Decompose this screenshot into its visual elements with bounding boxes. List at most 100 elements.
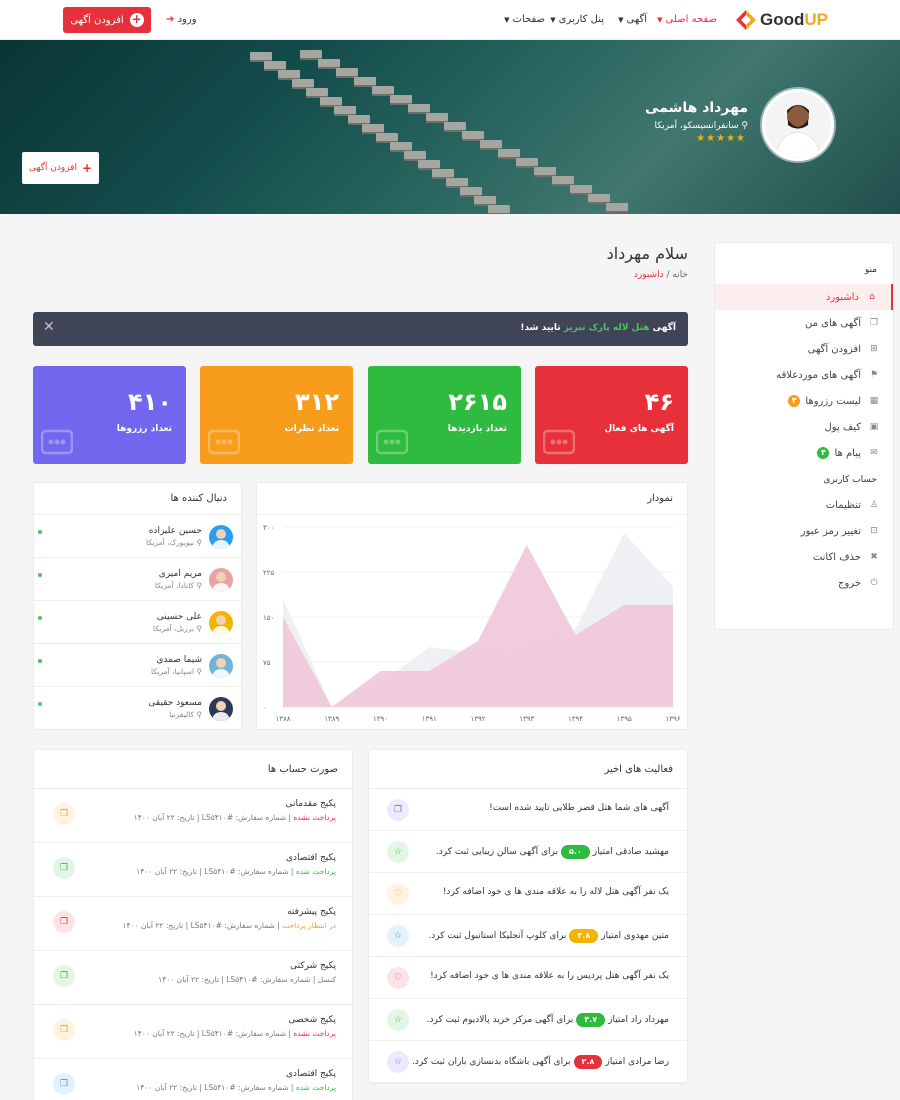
invoice-row[interactable]: پکیج شخصی پرداخت نشده | شماره سفارش: #LS۵… — [34, 1005, 352, 1059]
invoice-name: پکیج مقدماتی — [285, 799, 336, 809]
sidebar-item-label: کیف پول — [824, 421, 861, 433]
activity-text-before: یک نفر آگهی هتل لاله را به علاقه مندی ها… — [442, 887, 669, 897]
status-dot — [38, 573, 42, 577]
list-item[interactable]: حسین علیزاده ⚲ نیویورک، آمریکا — [34, 515, 241, 558]
sidebar-item-0[interactable]: ⌂ داشبورد — [715, 284, 893, 310]
invoice-row[interactable]: پکیج اقتصادی پرداخت شده | شماره سفارش: #L… — [34, 843, 352, 897]
list-item[interactable]: شیما صمدی ⚲ اسپانیا، آمریکا — [34, 644, 241, 687]
add-listing-button[interactable]: + افزودن آگهی — [63, 7, 151, 33]
sidebar-item-1[interactable]: ❐ آگهی های من — [715, 310, 893, 336]
invoice-meta: پرداخت نشده | شماره سفارش: #LS۵۴۱۰ | تار… — [133, 813, 336, 822]
activity-text: متین مهدوی امتیاز۳.۸برای کلوپ آنجلیکا اس… — [428, 929, 669, 943]
follower-location-text: برزیل، آمریکا — [152, 624, 195, 633]
sidebar-account-item-1[interactable]: ⊡ تغییر رمز عبور — [715, 518, 893, 544]
follower-location: ⚲ اسپانیا، آمریکا — [151, 667, 202, 676]
list-item[interactable]: علی حسینی ⚲ برزیل، آمریکا — [34, 601, 241, 644]
followers-title: دنبال کننده ها — [170, 493, 227, 504]
sidebar-item-2[interactable]: ⊞ افزودن آگهی — [715, 336, 893, 362]
user-location-text: سانفرانسیسکو، آمریکا — [654, 121, 739, 131]
status-badge: در انتظار پرداخت — [282, 921, 336, 930]
sidebar-account-item-0[interactable]: ♙ تنظیمات — [715, 492, 893, 518]
nav-pages-label: صفحات — [512, 14, 545, 25]
heart-icon: ♡ — [387, 883, 409, 905]
plus-icon: + — [129, 12, 144, 27]
list-item[interactable]: مریم امیری ⚲ کانادا، آمریکا — [34, 558, 241, 601]
sidebar-item-label: تنظیمات — [825, 499, 861, 511]
wallet-icon: ▣ — [869, 422, 879, 432]
invoice-meta: در انتظار پرداخت | شماره سفارش: #LS۵۴۱۰ … — [122, 921, 336, 930]
sidebar: منو ⌂ داشبورد ❐ آگهی های من ⊞ افزودن آگهی ⚑ آگه… — [714, 242, 894, 630]
follower-location-text: نیویورک، آمریکا — [146, 538, 195, 547]
heart-icon: ♡ — [387, 967, 409, 989]
sidebar-item-6[interactable]: ✉ پیام ها ۴ — [715, 440, 893, 466]
activity-text-before: آگهی های شما هتل قصر طلایی تایید شده است… — [489, 803, 669, 813]
invoice-order: شماره سفارش: #LS۵۴۱۰ — [226, 975, 311, 984]
list-item[interactable]: مسعود حقیقی ⚲ کالیفرنیا — [34, 687, 241, 729]
invoice-row[interactable]: پکیج شرکتی کنسل | شماره سفارش: #LS۵۴۱۰ | … — [34, 951, 352, 1005]
nav-user-panel[interactable]: پنل کاربری▼ — [550, 14, 604, 25]
x-tick-label: ۱۳۸۹ — [324, 715, 339, 723]
calendar-icon: ▦ — [869, 396, 879, 406]
x-tick-label: ۱۳۹۶ — [665, 715, 680, 723]
stat-value: ۴۶ — [644, 388, 674, 416]
followers-card: دنبال کننده ها حسین علیزاده ⚲ نیویورک، آم… — [33, 482, 242, 730]
activity-text-before: متین مهدوی امتیاز — [601, 931, 669, 941]
stat-label: آگهی های فعال — [604, 424, 674, 434]
alert-message: آگهی هتل لاله پارک تبریز تایید شد! — [520, 323, 676, 333]
activity-row: متین مهدوی امتیاز۳.۸برای کلوپ آنجلیکا اس… — [369, 915, 687, 957]
y-tick-label: ۱۵۰ — [263, 614, 274, 622]
add-listing-hero-button[interactable]: + افزودن آگهی — [22, 152, 99, 184]
stat-label: تعداد رزروها — [116, 424, 172, 434]
sidebar-item-label: تغییر رمز عبور — [800, 525, 861, 537]
logo[interactable]: GoodUP — [735, 8, 828, 32]
status-dot — [38, 659, 42, 663]
invoice-row[interactable]: پکیج پیشرفته در انتظار پرداخت | شماره سفا… — [34, 897, 352, 951]
status-badge: کنسل — [317, 975, 336, 984]
avatar — [209, 611, 233, 635]
alert-highlight[interactable]: هتل لاله پارک تبریز — [564, 323, 650, 333]
nav-pages[interactable]: صفحات▼ — [504, 14, 545, 25]
close-icon[interactable]: ✕ — [43, 319, 55, 335]
invoice-row[interactable]: پکیج اقتصادی پرداخت شده | شماره سفارش: #L… — [34, 1059, 352, 1100]
sidebar-account-item-2[interactable]: ✖ حذف اکانت — [715, 544, 893, 570]
stat-value: ۲۶۱۵ — [448, 388, 507, 416]
follower-name: علی حسینی — [156, 612, 202, 622]
nav-home[interactable]: صفحه اصلی▼ — [657, 14, 717, 25]
activity-text-before: مهرداد راد امتیاز — [608, 1015, 669, 1025]
invoice-order: شماره سفارش: #LS۵۴۱۰ — [201, 1029, 287, 1038]
invoice-row[interactable]: پکیج مقدماتی پرداخت نشده | شماره سفارش: #… — [34, 789, 352, 843]
pin-icon: ⚲ — [194, 710, 202, 719]
copy-icon: ❐ — [53, 1019, 75, 1041]
invoice-date: تاریخ: ۲۲ آبان ۱۴۰۰ — [133, 1029, 195, 1038]
stat-label: تعداد نظرات — [284, 424, 339, 434]
invoices-title: صورت حساب ها — [267, 764, 338, 775]
invoice-order: شماره سفارش: #LS۵۴۱۰ — [201, 813, 287, 822]
layers-icon: ❐ — [869, 318, 879, 328]
sidebar-account-item-3[interactable]: ⏻ خروج — [715, 570, 893, 596]
mail-icon: ✉ — [870, 448, 878, 458]
activity-text-before: رضا مرادی امتیاز — [605, 1057, 669, 1067]
follower-location: ⚲ برزیل، آمریکا — [153, 624, 202, 633]
sidebar-item-4[interactable]: ▦ لیست رزروها ۴ — [715, 388, 893, 414]
chevron-down-icon: ▼ — [550, 16, 556, 24]
sidebar-item-label: آگهی های موردعلاقه — [776, 369, 861, 381]
rating-badge: ۲.۸ — [573, 1055, 603, 1069]
copy-icon: ❐ — [53, 965, 75, 987]
star-icon: ☆ — [387, 841, 409, 863]
status-badge: پرداخت نشده — [293, 813, 336, 822]
file-plus-icon: ⊞ — [870, 344, 878, 354]
follower-name: شیما صمدی — [156, 655, 202, 665]
x-tick-label: ۱۳۹۳ — [519, 715, 534, 723]
invoice-name: پکیج پیشرفته — [287, 907, 336, 917]
avatar — [209, 697, 233, 721]
x-tick-label: ۱۳۹۵ — [617, 715, 632, 723]
activity-text-after: برای آگهی مرکز خرید پالادیوم ثبت کرد. — [426, 1015, 574, 1025]
breadcrumb-home[interactable]: خانه — [672, 270, 688, 280]
sidebar-item-3[interactable]: ⚑ آگهی های موردعلاقه — [715, 362, 893, 388]
activity-row: مهرداد راد امتیاز۴.۷برای آگهی مرکز خرید … — [369, 999, 687, 1041]
invoice-name: پکیج اقتصادی — [286, 1069, 336, 1079]
sidebar-item-5[interactable]: ▣ کیف پول — [715, 414, 893, 440]
invoice-date: تاریخ: ۲۲ آبان ۱۴۰۰ — [136, 1083, 197, 1092]
login-link[interactable]: ورود ➔ — [166, 14, 197, 25]
nav-listings[interactable]: آگهی▼ — [618, 14, 647, 25]
